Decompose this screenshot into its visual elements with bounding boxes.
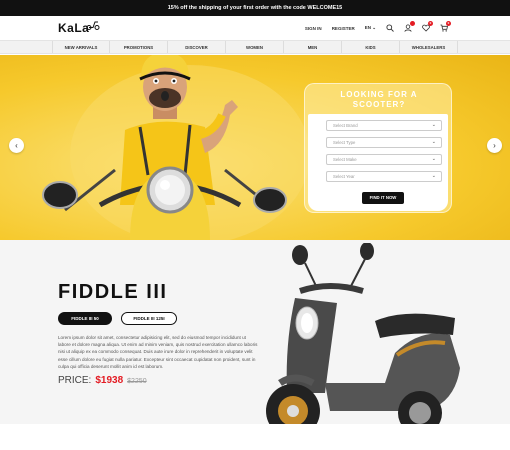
chevron-down-icon: ⌄	[431, 156, 436, 162]
select-make-value: Select Make	[333, 157, 357, 162]
finder-title-line-2: SCOOTER?	[352, 100, 406, 109]
nav-item-promotions[interactable]: PROMOTIONS	[110, 41, 168, 53]
chevron-down-icon: ⌄	[431, 122, 436, 128]
select-type-dropdown[interactable]: Select Type ⌄	[326, 137, 442, 148]
nav-item-new-arrivals[interactable]: NEW ARRIVALS	[52, 41, 110, 53]
register-link[interactable]: REGISTER	[332, 26, 355, 31]
sign-in-link[interactable]: SIGN IN	[305, 26, 322, 31]
promo-text: 15% off the shipping of your first order…	[167, 5, 343, 11]
promo-bar: 15% off the shipping of your first order…	[0, 0, 510, 16]
header-actions: SIGN IN REGISTER EN ⌄ 0 0	[305, 21, 451, 32]
find-it-now-button[interactable]: FIND IT NOW	[362, 192, 404, 204]
search-icon[interactable]	[386, 24, 394, 32]
slider-prev-button[interactable]: ‹	[9, 138, 24, 153]
site-logo[interactable]: KaLa	[58, 21, 89, 35]
chevron-right-icon: ›	[493, 141, 496, 150]
language-selector[interactable]: EN ⌄	[365, 25, 376, 31]
account-badge	[410, 21, 415, 26]
logo-text: KaLa	[58, 21, 90, 35]
finder-form: Select Brand ⌄ Select Type ⌄ Select Make…	[308, 114, 448, 211]
select-brand-value: Select Brand	[333, 123, 358, 128]
language-code: EN	[364, 25, 371, 30]
select-brand-dropdown[interactable]: Select Brand ⌄	[326, 120, 442, 131]
product-scooter-image	[266, 243, 460, 438]
select-year-dropdown[interactable]: Select Year ⌄	[326, 171, 442, 182]
site-header: KaLa SIGN IN REGISTER EN ⌄ 0 0	[0, 16, 510, 40]
wishlist-icon[interactable]: 0	[422, 21, 433, 32]
price-label: PRICE:	[58, 375, 92, 386]
variant-button-fiddle-50[interactable]: FIDDLE III 50	[58, 312, 112, 325]
slider-next-button[interactable]: ›	[487, 138, 502, 153]
wishlist-count-badge: 0	[428, 21, 433, 26]
product-description: Lorem ipsum dolor sit amet, consectetur …	[58, 335, 258, 369]
select-type-value: Select Type	[333, 140, 356, 145]
rider-on-scooter-image	[42, 55, 310, 240]
nav-item-discover[interactable]: DISCOVER	[168, 41, 226, 53]
finder-title-line-1: LOOKING FOR A	[340, 90, 418, 99]
page-footer-area	[0, 424, 510, 450]
scooter-logo-icon	[86, 21, 100, 30]
variant-button-fiddle-125i[interactable]: FIDDLE III 125I	[121, 312, 177, 325]
nav-item-wholesalers[interactable]: WHOLESALERS	[400, 41, 458, 53]
current-price: $1938	[95, 375, 124, 386]
nav-item-kids[interactable]: KIDS	[342, 41, 400, 53]
select-make-dropdown[interactable]: Select Make ⌄	[326, 154, 442, 165]
chevron-down-icon: ⌄	[431, 139, 436, 145]
cart-icon[interactable]: 0	[440, 21, 451, 32]
main-navigation: NEW ARRIVALS PROMOTIONS DISCOVER WOMEN M…	[0, 40, 510, 54]
chevron-down-icon: ⌄	[431, 173, 436, 179]
price-row: PRICE: $1938 $2250	[58, 375, 147, 386]
product-title: FIDDLE III	[58, 281, 168, 303]
finder-title: LOOKING FOR A SCOOTER?	[305, 90, 453, 110]
account-icon[interactable]	[404, 21, 415, 32]
old-price: $2250	[127, 378, 147, 385]
nav-item-men[interactable]: MEN	[284, 41, 342, 53]
select-year-value: Select Year	[333, 174, 355, 179]
scooter-finder-widget: LOOKING FOR A SCOOTER? Select Brand ⌄ Se…	[304, 83, 452, 213]
nav-item-women[interactable]: WOMEN	[226, 41, 284, 53]
chevron-left-icon: ‹	[15, 141, 18, 150]
cart-count-badge: 0	[446, 21, 451, 26]
